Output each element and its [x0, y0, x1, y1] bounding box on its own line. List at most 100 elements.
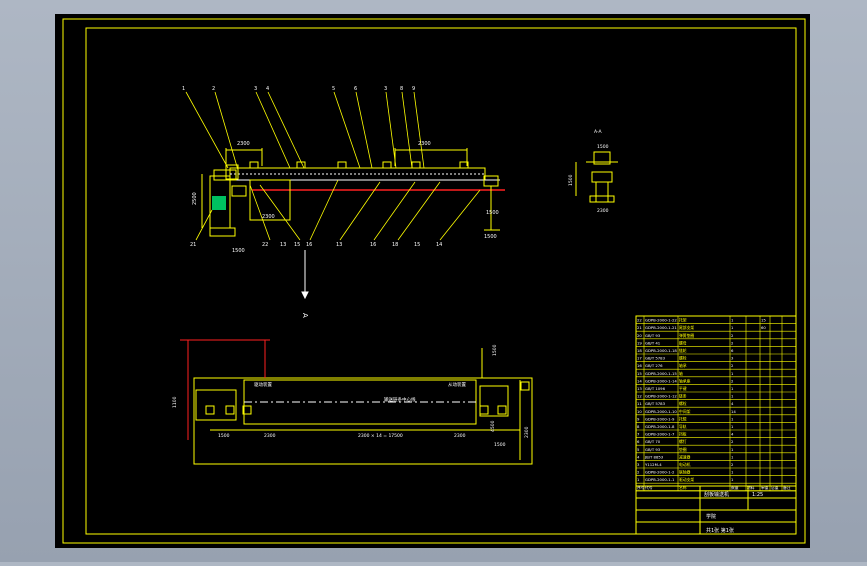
bom-cell: GB/T 1096 — [645, 386, 666, 391]
dim-text: 2300 — [454, 433, 466, 439]
bom-cell: GDPB-2000-1-9 — [645, 416, 675, 421]
bom-cell: 13 — [637, 386, 642, 391]
bom-cell: 18 — [637, 348, 642, 353]
drawing-name: 刮板输送机 — [704, 491, 729, 498]
bom-cell: 托辊 — [679, 416, 687, 421]
dim-text: 1500 — [597, 144, 609, 150]
dim-text: 4500 — [490, 420, 496, 432]
dim-text: 2300 — [524, 426, 530, 438]
bom-cell: 平键 — [679, 386, 687, 391]
bom-cell: 螺栓 — [679, 401, 687, 406]
dim-text: 2300 — [597, 208, 609, 214]
dim-text: 2300 — [262, 214, 275, 220]
bom-cell: 15 — [637, 371, 642, 376]
drawing-canvas: 1 2 3 4 5 6 3 8 9 21 22 13 15 16 13 16 1… — [55, 14, 810, 548]
bom-cell: 螺钉 — [679, 439, 687, 444]
bom-cell: GDPB-2000-1-12 — [645, 394, 677, 399]
dim-text: 1500 — [492, 344, 498, 356]
bom-cell: GB/T 70 — [645, 439, 661, 444]
part-number-label: 13 — [336, 242, 342, 248]
bom-cell: GDPB-2000-1-18 — [645, 348, 677, 353]
scale: 1:25 — [752, 492, 763, 498]
part-number-label: 22 — [262, 242, 268, 248]
cad-viewport[interactable]: 1 2 3 4 5 6 3 8 9 21 22 13 15 16 13 16 1… — [0, 0, 867, 562]
bom-cell: 螺母 — [679, 340, 687, 345]
bom-cell: GDPB-2000-1-8 — [645, 424, 675, 429]
view-letter: A — [301, 313, 309, 318]
dim-text: 1100 — [172, 396, 178, 408]
bom-cell: 中间架 — [679, 409, 691, 414]
dim-text: 2300 × 14 = 17500 — [358, 433, 403, 439]
bom-cell: 链轮 — [679, 348, 687, 353]
bom-cell: GDPB-2000-1-22 — [645, 318, 677, 323]
part-number-label: 1 — [182, 86, 185, 92]
bom-cell: 21 — [637, 325, 642, 330]
bom-cell: GDPB-2000-1-1 — [645, 477, 675, 482]
bom-cell: 尾部支架 — [679, 325, 694, 330]
dim-text: 2300 — [264, 433, 276, 439]
bom-cell: JB/T 8853 — [644, 454, 664, 459]
bom-cell: 轴 — [679, 371, 683, 376]
bom-cell: 22 — [637, 318, 642, 323]
bom-cell: GB/T 41 — [645, 340, 661, 345]
part-number-label: 21 — [190, 242, 196, 248]
bom-cell: GB/T 5783 — [645, 356, 666, 361]
bom-cell: 链条 — [679, 394, 687, 399]
bom-cell: 联轴器 — [679, 470, 691, 475]
bom-cell: 电动机 — [679, 462, 691, 467]
part-number-label: 8 — [400, 86, 403, 92]
bom-cell: GDPB-2000-1-15 — [645, 371, 677, 376]
bom-cell: 驱动支架 — [679, 477, 694, 482]
part-number-label: 14 — [436, 242, 442, 248]
part-number-label: 18 — [392, 242, 398, 248]
bom-cell: GB/T 5783 — [645, 401, 666, 406]
bom-cell: 19 — [637, 340, 642, 345]
dim-text: 2300 — [237, 141, 250, 147]
bom-cell: 垫圈 — [679, 447, 687, 452]
bom-cell: GB/T 93 — [645, 447, 661, 452]
bom-cell: 挡板 — [679, 432, 687, 437]
bom-cell: GDPB-2000-1-7 — [645, 432, 675, 437]
center-note: 输送链条中心线 — [384, 396, 416, 403]
bom-cell: 14 — [731, 409, 736, 414]
bom-cell: 10 — [637, 409, 642, 414]
sheet-info: 共1张 第1张 — [706, 527, 734, 534]
bom-cell: 11 — [637, 401, 642, 406]
bom-cell: GB/T 276 — [645, 363, 663, 368]
part-number-label: 13 — [280, 242, 286, 248]
station-label: 从动装置 — [448, 381, 466, 388]
bom-cell: GDPB-2000-1-14 — [645, 378, 677, 383]
part-number-label: 2 — [212, 86, 215, 92]
part-number-label: 15 — [294, 242, 300, 248]
station-label: 驱动装置 — [254, 381, 272, 388]
part-number-label: 5 — [332, 86, 335, 92]
bom-cell: GDPB-2000-1-2 — [645, 470, 675, 475]
bom-cell: 减速器 — [679, 454, 691, 459]
bom-cell: 导轨 — [679, 424, 687, 429]
bom-cell: 12 — [637, 394, 642, 399]
bom-cell: 弹簧垫圈 — [679, 333, 694, 338]
bom-cell: 60 — [761, 325, 766, 330]
bom-cell: 20 — [637, 333, 642, 338]
bom-cell: GDPB-2000-1-21 — [645, 325, 677, 330]
motor-highlight — [212, 196, 226, 210]
bom-cell: 15 — [761, 318, 766, 323]
unit-name: 学院 — [706, 513, 716, 520]
part-number-label: 4 — [266, 86, 269, 92]
bom-cell: GDPB-2000-1-10 — [645, 409, 677, 414]
dim-text: 1500 — [484, 234, 497, 240]
bom-cell: Y112M-4 — [645, 462, 662, 467]
bom-cell: 17 — [637, 356, 642, 361]
part-number-label: 15 — [414, 242, 420, 248]
part-number-label: 3 — [384, 86, 387, 92]
part-number-label: 16 — [306, 242, 312, 248]
bom-cell: 轴承 — [679, 363, 687, 368]
bom-cell: 14 — [637, 378, 642, 383]
part-number-label: 6 — [354, 86, 357, 92]
section-title: A-A — [594, 129, 603, 135]
dim-text: 1500 — [486, 210, 499, 216]
dim-text: 1500 — [218, 433, 230, 439]
dim-text: 2300 — [418, 141, 431, 147]
bom-cell: 螺栓 — [679, 356, 687, 361]
part-number-label: 3 — [254, 86, 257, 92]
